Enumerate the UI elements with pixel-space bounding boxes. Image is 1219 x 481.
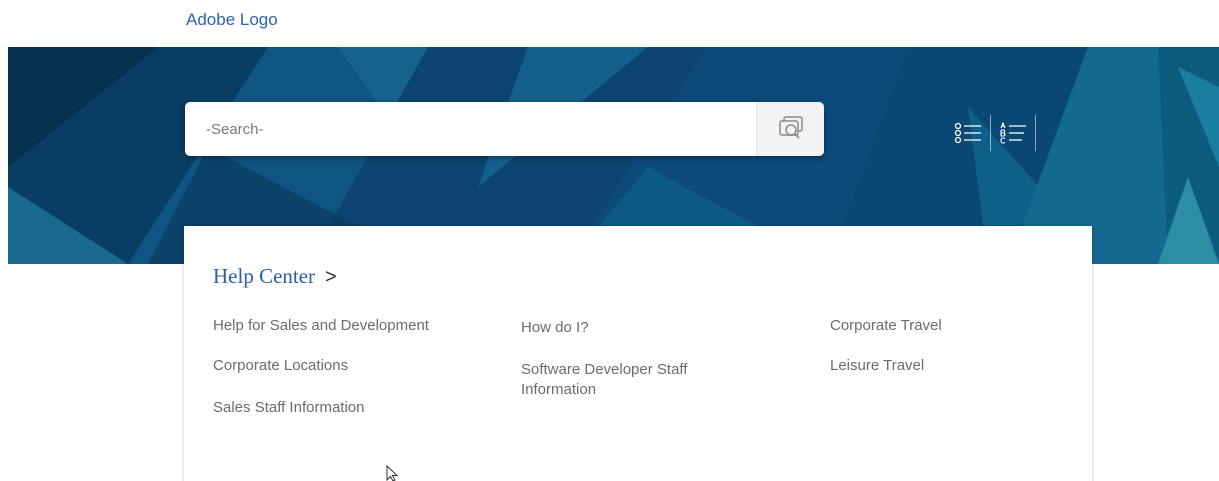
separator bbox=[1035, 115, 1036, 151]
category-link-corporate-locations[interactable]: Corporate Locations bbox=[213, 356, 483, 376]
category-link-corporate-travel[interactable]: Corporate Travel bbox=[830, 316, 1050, 336]
list-view-button[interactable] bbox=[946, 115, 990, 151]
page: Adobe Logo -Search- Help Center > Help f… bbox=[0, 0, 1219, 481]
category-link-leisure-travel[interactable]: Leisure Travel bbox=[830, 356, 1050, 376]
adobe-logo-link[interactable]: Adobe Logo bbox=[186, 10, 278, 30]
search-button[interactable] bbox=[756, 102, 824, 156]
category-link-how-do-i[interactable]: How do I? bbox=[521, 318, 741, 338]
category-column-1: Help for Sales and Development Corporate… bbox=[213, 316, 483, 418]
chevron-right-icon: > bbox=[325, 266, 337, 288]
alphabetical-list-icon bbox=[1000, 122, 1026, 144]
help-center-title-link[interactable]: Help Center > bbox=[213, 264, 337, 289]
mouse-cursor-icon bbox=[386, 465, 399, 481]
numbered-list-icon bbox=[954, 122, 981, 144]
help-center-title: Help Center bbox=[213, 264, 316, 288]
search-documents-icon bbox=[778, 116, 803, 139]
search-input[interactable] bbox=[185, 102, 745, 156]
search-bar bbox=[185, 102, 824, 156]
category-column-3: Corporate Travel Leisure Travel bbox=[830, 316, 1050, 376]
category-link-help-sales-development[interactable]: Help for Sales and Development bbox=[213, 316, 483, 336]
category-link-software-developer-staff[interactable]: Software Developer Staff Information bbox=[521, 360, 721, 400]
alphabetical-view-button[interactable] bbox=[991, 115, 1035, 151]
help-center-card: Help Center > Help for Sales and Developm… bbox=[184, 226, 1092, 481]
category-link-sales-staff-information[interactable]: Sales Staff Information bbox=[213, 398, 483, 418]
view-toggle-group bbox=[946, 113, 1036, 153]
category-column-2: How do I? Software Developer Staff Infor… bbox=[521, 316, 741, 400]
